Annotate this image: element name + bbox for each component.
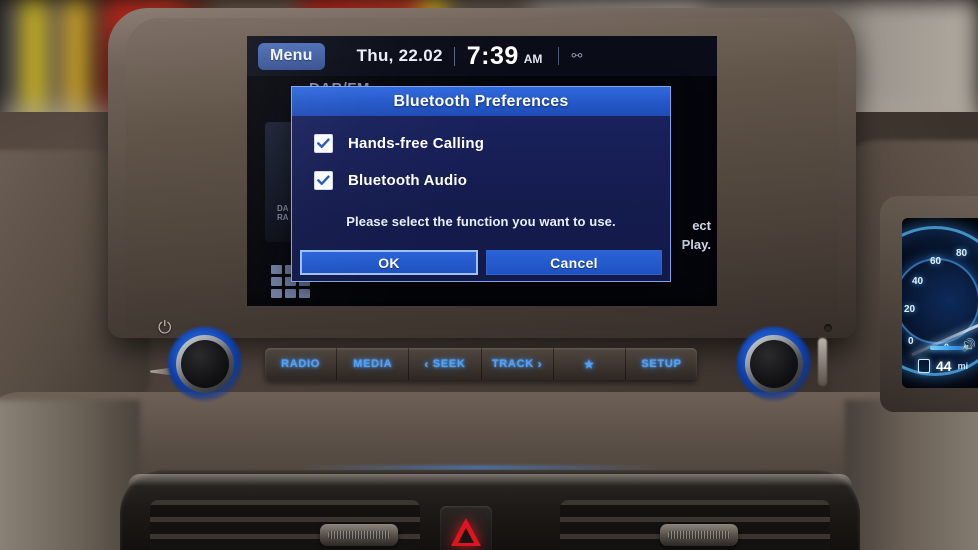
- speaker-icon: 🔊: [961, 338, 976, 352]
- ok-button[interactable]: OK: [300, 250, 478, 275]
- option-label: Bluetooth Audio: [348, 172, 468, 189]
- background-message-line2: Play.: [681, 237, 711, 252]
- background-message-line1: ect: [692, 218, 711, 233]
- status-time: 7:39: [466, 41, 519, 70]
- speed-tick-80: 80: [956, 248, 968, 259]
- track-button[interactable]: TRACK ›: [482, 348, 554, 380]
- checkbox-checked-icon[interactable]: [314, 134, 333, 153]
- chevron-left-icon: ‹: [424, 357, 430, 371]
- hardware-button-bar: RADIO MEDIA ‹ SEEK TRACK › ★ SETUP: [265, 348, 697, 380]
- hazard-warning-icon: [451, 518, 481, 546]
- speed-tick-0: 0: [908, 336, 914, 347]
- power-volume-knob[interactable]: [168, 327, 242, 401]
- chevron-right-icon: ›: [537, 357, 543, 371]
- console-side-right: [845, 400, 978, 550]
- checkbox-checked-icon[interactable]: [314, 171, 333, 190]
- speed-tick-60: 60: [930, 256, 942, 267]
- air-vent-right-thumbwheel[interactable]: [660, 524, 738, 546]
- favorite-button[interactable]: ★: [554, 348, 626, 380]
- dialog-body: Hands-free Calling Bluetooth Audio Pleas…: [292, 134, 670, 229]
- knob-cap: [181, 340, 229, 388]
- media-button[interactable]: MEDIA: [337, 348, 410, 380]
- center-vent-chrome-lip: [128, 474, 852, 486]
- fuel-level-bar: [930, 346, 964, 350]
- background-message-text: ect Play.: [682, 216, 711, 254]
- option-label: Hands-free Calling: [348, 135, 485, 152]
- hazard-warning-button[interactable]: [440, 506, 492, 550]
- background-tile-label: DA RA: [277, 204, 289, 222]
- console-accent-strip: [300, 466, 660, 469]
- status-divider: [453, 46, 455, 66]
- console-side-left: [0, 400, 140, 550]
- cancel-button[interactable]: Cancel: [486, 250, 662, 275]
- infotainment-screen[interactable]: Menu Thu, 22.02 7:39 AM ⚯ DAB/FM DARA ec…: [247, 36, 717, 306]
- menu-button[interactable]: Menu: [258, 42, 325, 70]
- range-unit: mi: [957, 361, 969, 371]
- knob-cap: [750, 340, 798, 388]
- range-value: 44: [936, 358, 952, 374]
- star-icon: ★: [583, 358, 595, 371]
- dialog-action-row: OK Cancel: [292, 250, 670, 275]
- fuel-pump-icon: [918, 359, 930, 373]
- status-divider-2: [558, 47, 560, 65]
- tune-screw-dot: [824, 324, 832, 332]
- setup-button[interactable]: SETUP: [626, 348, 697, 380]
- seek-label: SEEK: [432, 358, 466, 370]
- tune-indicator-mark: [818, 338, 827, 386]
- tune-knob[interactable]: [737, 327, 811, 401]
- bluetooth-preferences-dialog: Bluetooth Preferences Hands-free Calling: [291, 86, 671, 282]
- option-bluetooth-audio[interactable]: Bluetooth Audio: [314, 171, 670, 190]
- speed-tick-20: 20: [904, 304, 916, 315]
- status-bar: Menu Thu, 22.02 7:39 AM ⚯: [247, 36, 717, 76]
- instrument-cluster-display: 0 20 40 60 80 0 🔊 44 mi: [902, 218, 978, 388]
- speed-tick-40: 40: [912, 276, 924, 287]
- track-label: TRACK: [491, 358, 534, 370]
- air-vent-left-thumbwheel[interactable]: [320, 524, 398, 546]
- dialog-title: Bluetooth Preferences: [292, 87, 670, 116]
- screenshot-root: Menu Thu, 22.02 7:39 AM ⚯ DAB/FM DARA ec…: [0, 0, 978, 550]
- bluetooth-icon: ⚯: [571, 48, 583, 63]
- dialog-hint-text: Please select the function you want to u…: [346, 214, 616, 229]
- option-hands-free-calling[interactable]: Hands-free Calling: [314, 134, 670, 153]
- seek-button[interactable]: ‹ SEEK: [409, 348, 482, 380]
- status-ampm: AM: [523, 52, 543, 66]
- radio-button[interactable]: RADIO: [265, 348, 338, 380]
- range-readout: 44 mi: [918, 358, 968, 374]
- status-date: Thu, 22.02: [356, 46, 443, 65]
